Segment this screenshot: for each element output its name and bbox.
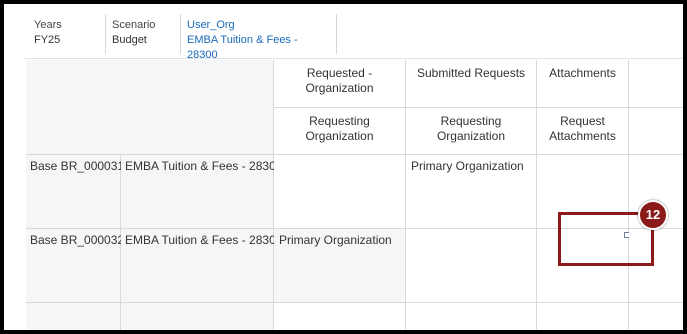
subheader-request-attachments[interactable]: Request Attachments	[537, 108, 629, 155]
grid-corner	[26, 60, 274, 155]
row-label-id[interactable]: Base BR_000032	[26, 229, 124, 303]
subheader-blank	[629, 108, 683, 155]
data-grid: Requested - Organization Submitted Reque…	[26, 60, 683, 330]
subheader-requesting-org-1[interactable]: Requesting Organization	[274, 108, 406, 155]
cell-empty	[406, 303, 537, 330]
subheader-requesting-org-2[interactable]: Requesting Organization	[406, 108, 537, 155]
pov-user-org-label: User_Org	[187, 19, 235, 31]
pov-years-label: Years	[34, 19, 62, 31]
cell-submitted-org[interactable]: Primary Organization	[406, 155, 537, 229]
cell-requested-org[interactable]	[274, 155, 406, 229]
pov-years[interactable]: Years FY25	[28, 14, 106, 54]
row-label-id	[26, 303, 121, 330]
col-header-attachments[interactable]: Attachments	[537, 60, 629, 108]
col-header-blank	[629, 60, 683, 108]
form-frame: Years FY25 Scenario Budget User_Org EMBA…	[4, 4, 683, 330]
cell-empty	[629, 303, 683, 330]
pov-scenario-label: Scenario	[112, 19, 156, 31]
pov-years-value: FY25	[34, 34, 61, 46]
step-badge: 12	[638, 200, 668, 230]
pov-bar: Years FY25 Scenario Budget User_Org EMBA…	[28, 14, 337, 61]
cell-empty	[274, 303, 406, 330]
pov-user-org[interactable]: User_Org EMBA Tuition & Fees - 28300	[181, 14, 337, 61]
col-header-submitted-requests[interactable]: Submitted Requests	[406, 60, 537, 108]
pov-scenario-value: Budget	[112, 34, 147, 46]
row-label-org	[121, 303, 274, 330]
col-header-requested-org[interactable]: Requested - Organization	[274, 60, 406, 108]
pov-scenario[interactable]: Scenario Budget	[106, 14, 181, 54]
cell-submitted-org[interactable]	[406, 229, 537, 303]
cell-requested-org[interactable]: Primary Organization	[274, 229, 406, 303]
row-label-id[interactable]: Base BR_000031	[26, 155, 124, 229]
row-label-org[interactable]: EMBA Tuition & Fees - 28300	[121, 155, 282, 229]
pov-divider	[24, 58, 683, 59]
cell-empty	[537, 303, 629, 330]
row-label-org[interactable]: EMBA Tuition & Fees - 28300	[121, 229, 282, 303]
